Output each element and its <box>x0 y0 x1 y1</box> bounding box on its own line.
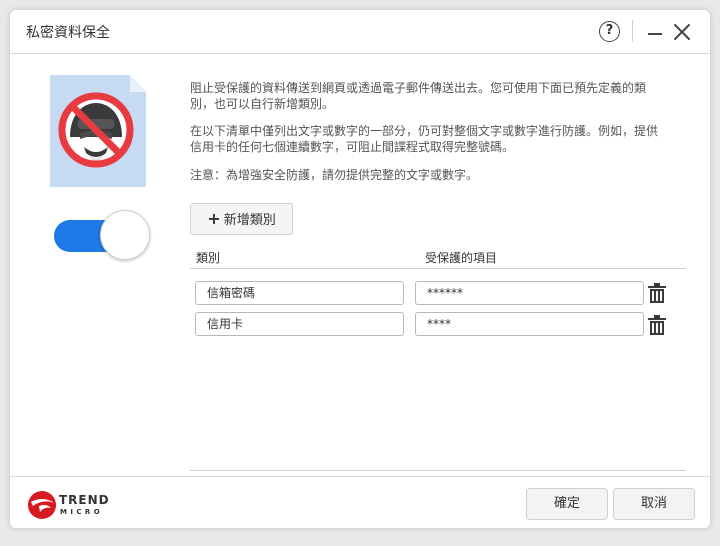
help-button[interactable]: ? <box>599 21 620 42</box>
list-bottom-divider <box>190 470 686 471</box>
delete-row-button[interactable] <box>648 283 666 303</box>
description-line: 阻止受保護的資料傳送到網頁或透過電子郵件傳送出去。您可使用下面已預先定義的類 <box>190 81 647 95</box>
column-header-protected-item: 受保護的項目 <box>425 251 498 265</box>
description-line: 在以下清單中僅列出文字或數字的一部分，仍可對整個文字或數字進行防護。例如，提供 <box>190 124 659 138</box>
close-button[interactable] <box>672 22 692 42</box>
protected-item-input[interactable]: ****** <box>415 281 644 305</box>
trash-icon <box>648 283 666 303</box>
column-header-category: 類別 <box>196 251 221 265</box>
close-icon <box>674 24 690 40</box>
trend-micro-logo-icon <box>28 491 56 519</box>
description-paragraph-1: 阻止受保護的資料傳送到網頁或透過電子郵件傳送出去。您可使用下面已預先定義的類 別… <box>190 80 690 112</box>
description-line: 別，也可以自行新增類別。 <box>190 97 335 111</box>
plus-icon: + <box>207 209 221 228</box>
privacy-illustration <box>48 75 148 190</box>
add-category-label: 新增類別 <box>223 213 276 228</box>
privacy-window: 私密資料保全 ? 阻止受保護的資料傳送到網頁或透過電子郵件傳送出去。您可使用下面… <box>10 10 710 528</box>
trash-icon <box>648 315 666 335</box>
logo-text-trend: TREND <box>59 493 110 507</box>
add-category-button[interactable]: + 新增類別 <box>190 203 293 235</box>
footer-divider <box>10 476 710 477</box>
description-paragraph-2: 在以下清單中僅列出文字或數字的一部分，仍可對整個文字或數字進行防護。例如，提供 … <box>190 123 690 155</box>
protection-toggle[interactable] <box>54 210 150 260</box>
window-title: 私密資料保全 <box>26 25 110 41</box>
category-input[interactable]: 信用卡 <box>195 312 404 336</box>
delete-row-button[interactable] <box>648 315 666 335</box>
minimize-button[interactable] <box>646 22 664 42</box>
trend-micro-logo: TREND MICRO <box>27 490 117 520</box>
title-bar: 私密資料保全 ? <box>10 10 710 54</box>
ok-button[interactable]: 確定 <box>526 488 608 520</box>
header-divider <box>190 268 686 269</box>
spy-document-icon <box>50 75 146 187</box>
title-bar-divider <box>632 20 633 42</box>
cancel-button[interactable]: 取消 <box>613 488 695 520</box>
description-line: 信用卡的任何七個連續數字，可阻止間諜程式取得完整號碼。 <box>190 140 515 154</box>
logo-text-micro: MICRO <box>60 508 104 516</box>
description-note: 注意：為增強安全防護，請勿提供完整的文字或數字。 <box>190 168 479 182</box>
toggle-knob <box>100 210 150 260</box>
category-input[interactable]: 信箱密碼 <box>195 281 404 305</box>
protected-item-input[interactable]: **** <box>415 312 644 336</box>
